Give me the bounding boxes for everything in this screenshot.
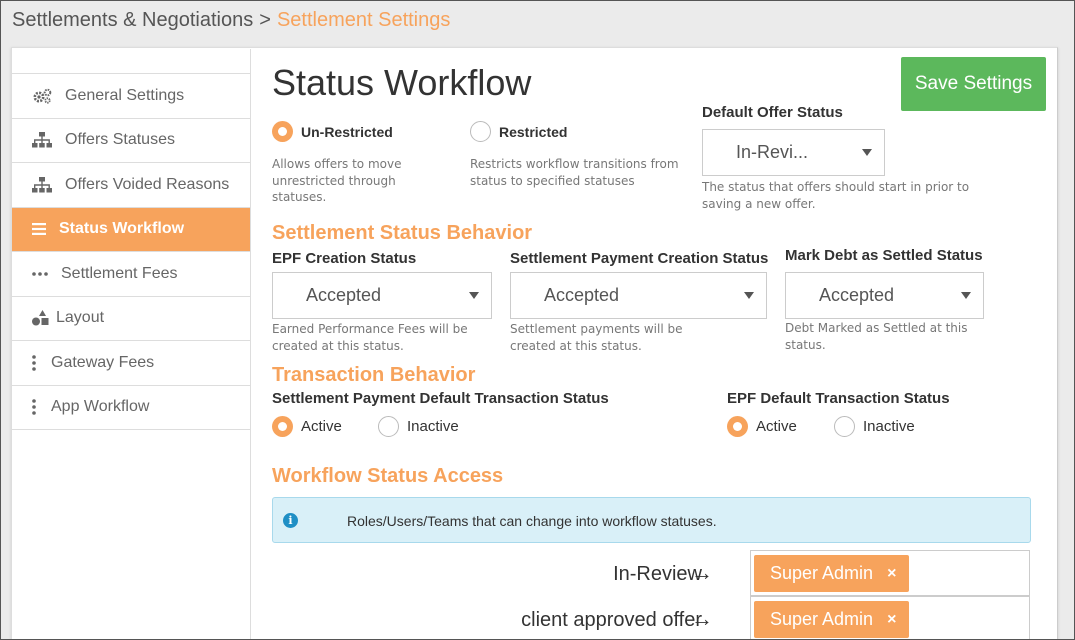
workflow-status-name: In-Review — [613, 563, 702, 585]
ellipsis-v-icon — [32, 399, 42, 416]
sidebar-item-label: Status Workflow — [59, 220, 185, 238]
radio-label: Active — [756, 418, 797, 435]
sidebar-item-settlement-fees[interactable]: Settlement Fees — [12, 252, 251, 297]
page-title: Status Workflow — [272, 62, 532, 103]
radio-selected-indicator — [727, 416, 748, 437]
radio-indicator — [470, 121, 491, 142]
mark-debt-settled-status-label: Mark Debt as Settled Status — [785, 247, 983, 264]
info-circle-icon: i — [283, 513, 298, 528]
save-settings-button[interactable]: Save Settings — [901, 57, 1046, 111]
payment-default-active-radio[interactable]: Active — [272, 416, 342, 437]
arrow-right-icon: → — [691, 560, 713, 585]
radio-label: Inactive — [407, 418, 459, 435]
ellipsis-v-icon — [32, 354, 42, 371]
epf-creation-status-label: EPF Creation Status — [272, 250, 417, 267]
sidebar-item-offers-voided-reasons[interactable]: Offers Voided Reasons — [12, 163, 251, 208]
tag-remove-icon[interactable]: × — [887, 611, 896, 629]
radio-label: Active — [301, 418, 342, 435]
radio-label: Inactive — [863, 418, 915, 435]
settlement-payment-creation-status-label: Settlement Payment Creation Status — [510, 250, 769, 267]
default-offer-status-help: The status that offers should start in p… — [702, 180, 970, 211]
shapes-icon — [32, 310, 50, 326]
sidebar-item-app-workflow[interactable]: App Workflow — [12, 386, 251, 430]
payment-default-transaction-status-label: Settlement Payment Default Transaction S… — [272, 390, 609, 407]
access-tag: Super Admin × — [754, 601, 910, 638]
arrow-right-icon: → — [691, 606, 713, 631]
gears-icon — [32, 88, 54, 104]
select-value: Accepted — [819, 285, 895, 305]
sidebar-item-general-settings[interactable]: General Settings — [12, 74, 251, 119]
restricted-label: Restricted — [499, 123, 568, 140]
epf-creation-status-select[interactable]: Accepted — [272, 272, 492, 319]
payment-default-inactive-radio[interactable]: Inactive — [378, 416, 459, 437]
access-tag: Super Admin × — [754, 555, 910, 592]
sidebar-item-label: General Settings — [65, 86, 185, 104]
sidebar-item-label: Offers Voided Reasons — [65, 175, 230, 193]
radio-selected-indicator — [272, 121, 293, 142]
unrestricted-radio[interactable]: Un-Restricted — [272, 121, 393, 142]
breadcrumb-separator: > — [259, 9, 271, 31]
epf-default-transaction-status-label: EPF Default Transaction Status — [727, 390, 950, 407]
sitemap-icon — [32, 132, 54, 148]
workflow-status-name: client approved offer — [521, 609, 702, 631]
select-value: Accepted — [544, 285, 620, 305]
epf-default-active-radio[interactable]: Active — [727, 416, 797, 437]
caret-down-icon — [469, 292, 479, 299]
caret-down-icon — [862, 149, 872, 156]
sidebar-item-label: Offers Statuses — [65, 131, 175, 149]
breadcrumb-parent[interactable]: Settlements & Negotiations — [12, 9, 253, 31]
caret-down-icon — [961, 292, 971, 299]
mark-debt-settled-status-help: Debt Marked as Settled at this status. — [785, 321, 968, 352]
caret-down-icon — [744, 292, 754, 299]
tag-remove-icon[interactable]: × — [887, 565, 896, 583]
sidebar-item-label: Layout — [56, 309, 105, 327]
sidebar-item-label: Gateway Fees — [51, 353, 155, 371]
workflow-access-tags-input[interactable]: Super Admin × — [750, 596, 1030, 640]
sidebar-item-label: Settlement Fees — [61, 264, 178, 282]
tag-label: Super Admin — [770, 609, 874, 629]
sitemap-icon — [32, 176, 54, 193]
workflow-access-info-alert: i Roles/Users/Teams that can change into… — [272, 497, 1031, 543]
sidebar-item-status-workflow[interactable]: Status Workflow — [12, 207, 251, 252]
sidebar-item-layout[interactable]: Layout — [12, 297, 251, 341]
workflow-status-access-title: Workflow Status Access — [272, 465, 504, 487]
default-offer-status-label: Default Offer Status — [702, 104, 843, 121]
mark-debt-settled-status-select[interactable]: Accepted — [785, 272, 984, 319]
breadcrumb: Settlements & Negotiations > Settlement Se… — [12, 9, 450, 32]
breadcrumb-current: Settlement Settings — [276, 9, 451, 31]
settings-sidebar: General Settings Offers Statuses Offers … — [12, 49, 251, 640]
epf-default-inactive-radio[interactable]: Inactive — [834, 416, 915, 437]
sidebar-item-gateway-fees[interactable]: Gateway Fees — [12, 341, 251, 386]
restricted-help: Restricts workflow transitions from stat… — [470, 157, 679, 188]
restricted-radio[interactable]: Restricted — [470, 121, 567, 142]
select-value: Accepted — [306, 285, 382, 305]
radio-indicator — [834, 416, 855, 437]
settings-card: General Settings Offers Statuses Offers … — [11, 47, 1058, 640]
sidebar-item-offers-statuses[interactable]: Offers Statuses — [12, 119, 251, 163]
unrestricted-label: Un-Restricted — [301, 123, 393, 140]
unrestricted-help: Allows offers to move unrestricted throu… — [272, 157, 402, 204]
transaction-behavior-title: Transaction Behavior — [272, 364, 476, 386]
main-content: Status Workflow Save Settings Un-Restric… — [272, 48, 1057, 640]
radio-selected-indicator — [272, 416, 293, 437]
epf-creation-status-help: Earned Performance Fees will be created … — [272, 322, 468, 353]
settlement-payment-creation-status-help: Settlement payments will be created at t… — [510, 322, 683, 353]
radio-indicator — [378, 416, 399, 437]
tag-label: Super Admin — [770, 563, 874, 583]
select-value: In-Revi... — [736, 142, 809, 162]
list-icon — [32, 223, 48, 236]
settlement-payment-creation-status-select[interactable]: Accepted — [510, 272, 767, 319]
settlement-status-behavior-title: Settlement Status Behavior — [272, 222, 533, 244]
default-offer-status-select[interactable]: In-Revi... — [702, 129, 885, 176]
workflow-access-tags-input[interactable]: Super Admin × — [750, 550, 1030, 596]
info-alert-text: Roles/Users/Teams that can change into w… — [347, 513, 717, 529]
sidebar-item-label: App Workflow — [51, 398, 150, 416]
ellipsis-h-icon — [32, 271, 50, 276]
